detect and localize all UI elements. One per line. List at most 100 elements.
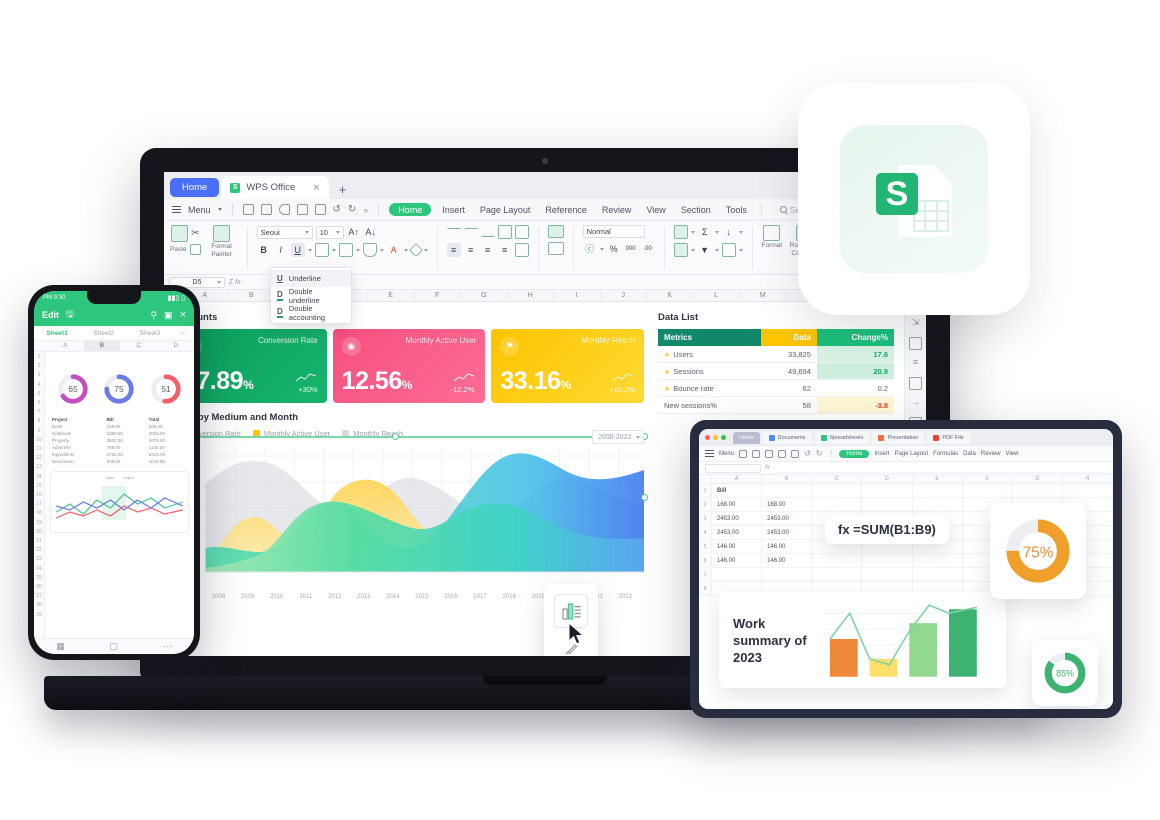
table-icon[interactable]: ▦ [56, 641, 65, 652]
cell-style-select[interactable]: Normal [582, 225, 645, 238]
column-header-B[interactable]: B [229, 290, 275, 301]
column-header-D[interactable]: D [862, 475, 913, 483]
close-icon[interactable]: × [313, 182, 319, 194]
more-icon[interactable]: » [363, 205, 368, 215]
row-header[interactable]: 8 [34, 417, 44, 426]
row-header[interactable]: 3 [699, 512, 712, 525]
more-icon[interactable]: ⋮ [827, 450, 834, 458]
year-filter-select[interactable]: 2008-2022 [592, 430, 644, 444]
menu-item-double-accounting[interactable]: D Double accounting [271, 304, 351, 322]
table-row[interactable]: ★ Bounce rate 62 0.2 [658, 379, 894, 397]
column-header-F[interactable]: F [415, 290, 461, 301]
cell-E6[interactable] [913, 554, 963, 567]
chevron-down-icon[interactable] [738, 248, 743, 252]
row-header[interactable]: 21 [34, 537, 44, 546]
column-header-change[interactable]: Change% [816, 329, 894, 346]
row-header[interactable]: 7 [34, 408, 44, 417]
row-header[interactable]: 15 [34, 482, 44, 491]
cell-H1[interactable] [1063, 484, 1113, 497]
column-header-K[interactable]: K [647, 290, 694, 301]
column-header-M[interactable]: M [740, 290, 787, 301]
row-header[interactable]: 6 [699, 554, 712, 567]
align-top-icon[interactable] [446, 227, 461, 237]
increase-indent-icon[interactable] [514, 225, 529, 239]
table-row[interactable]: ★ Sessions 49,694 20.9 [658, 362, 894, 380]
column-header-F[interactable]: F [963, 475, 1013, 483]
row-header[interactable]: 6 [34, 399, 44, 408]
row-header[interactable]: 26 [34, 583, 44, 592]
merge-across-icon[interactable] [547, 242, 564, 255]
print-icon[interactable] [296, 204, 308, 215]
cell-A6[interactable]: 146.00 [712, 554, 763, 567]
cell-A2[interactable]: 168.00 [712, 498, 763, 511]
resize-handle[interactable] [641, 494, 648, 501]
row-header[interactable]: 24 [34, 565, 44, 574]
row-header[interactable]: 27 [34, 592, 44, 601]
export-pdf-icon[interactable] [314, 204, 326, 215]
window-tab-presentation[interactable]: Presentation [872, 431, 925, 444]
align-right-icon[interactable]: ≡ [481, 243, 495, 257]
merge-center-icon[interactable] [547, 225, 564, 238]
column-header-D[interactable]: D [157, 341, 194, 351]
clipboard-icon[interactable]: ▢ [110, 641, 119, 652]
table-row[interactable]: Notebook 2360.00 2020.00 [50, 430, 189, 437]
edit-button[interactable]: Edit [42, 310, 59, 320]
paste-icon[interactable] [171, 225, 189, 242]
row-header[interactable]: 10 [34, 436, 44, 445]
row-header[interactable]: 4 [34, 381, 44, 390]
cell-D1[interactable] [862, 484, 913, 497]
cell-A7[interactable] [712, 568, 763, 581]
column-header-H[interactable]: H [1063, 475, 1113, 483]
column-header-G[interactable]: G [461, 290, 508, 301]
decrease-font-icon[interactable]: A↓ [364, 225, 378, 239]
print-preview-icon[interactable] [791, 449, 800, 458]
row-header[interactable]: 7 [699, 568, 712, 581]
chevron-down-icon[interactable] [331, 248, 336, 252]
align-middle-icon[interactable] [463, 227, 478, 237]
column-header-B[interactable]: B [762, 475, 813, 483]
work-summary-card[interactable]: Work summary of 2023 [719, 592, 1006, 688]
row-header[interactable]: 8 [699, 582, 712, 595]
more-icon[interactable]: ⋯ [173, 326, 194, 340]
fill-color-icon[interactable] [362, 243, 377, 257]
chevron-down-icon[interactable] [714, 230, 719, 234]
cell-B1[interactable] [762, 484, 813, 497]
tab-review[interactable]: Review [981, 451, 1001, 457]
cell-C1[interactable] [812, 484, 863, 497]
row-header[interactable]: 11 [34, 445, 44, 454]
column-header-H[interactable]: H [508, 290, 554, 301]
chevron-down-icon[interactable] [690, 230, 695, 234]
table-style-icon[interactable] [673, 243, 688, 257]
font-name-input[interactable]: Seoui [256, 225, 313, 239]
cell-B2[interactable]: 168.00 [762, 498, 813, 511]
cell-G1[interactable] [1013, 484, 1063, 497]
save-icon[interactable] [260, 204, 272, 215]
justify-icon[interactable]: ≡ [498, 243, 512, 257]
tab-home[interactable]: Home [389, 203, 432, 216]
tab-formulas[interactable]: Formulas [933, 451, 958, 457]
row-header[interactable]: 19 [34, 519, 44, 528]
row-header[interactable]: 28 [34, 601, 44, 610]
undo-icon[interactable]: ↺ [804, 449, 811, 458]
chevron-down-icon[interactable] [403, 248, 408, 252]
table-row[interactable]: ★ Users 33,825 17.6 [658, 346, 894, 363]
layers-icon[interactable] [909, 337, 922, 350]
column-header-L[interactable]: L [694, 290, 740, 301]
column-header-C[interactable]: C [120, 341, 157, 351]
tab-reference[interactable]: Reference [541, 205, 591, 215]
tab-home[interactable]: Home [839, 449, 870, 458]
borders-icon[interactable] [314, 243, 329, 257]
table-row[interactable]: Ingredients 3784.00 5319.00 [50, 451, 189, 458]
browser-tab-home[interactable]: Home [170, 178, 220, 197]
select-all-corner[interactable] [699, 475, 712, 483]
row-header[interactable]: 16 [34, 491, 44, 500]
comma-style-icon[interactable]: 000 [624, 242, 638, 256]
menu-label[interactable]: Menu [188, 205, 211, 215]
cell-A3[interactable]: 2453.00 [712, 512, 763, 525]
format-cells-icon[interactable] [763, 225, 781, 241]
hamburger-icon[interactable] [172, 205, 181, 215]
save-icon[interactable]: 🖫 [66, 307, 74, 323]
cell-F1[interactable] [963, 484, 1013, 497]
name-box[interactable] [705, 463, 761, 473]
window-tab-spreadsheets[interactable]: Spreadsheets [814, 431, 870, 444]
